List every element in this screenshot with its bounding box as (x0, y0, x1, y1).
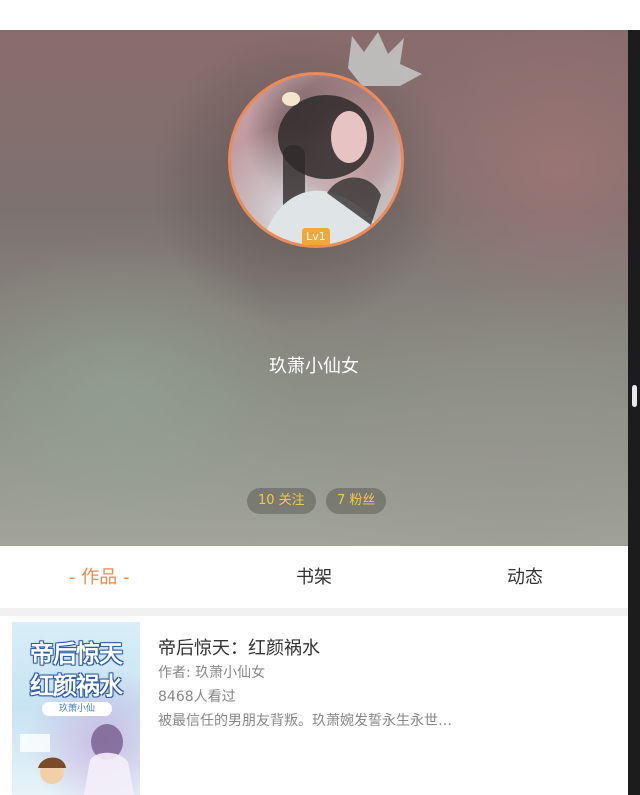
tab-works[interactable]: - 作品 - (69, 546, 129, 608)
crown-icon (348, 32, 422, 86)
username: 玖萧小仙女 (269, 356, 359, 377)
book-views: 8468人看过 (158, 689, 236, 705)
book-description: 被最信任的男朋友背叛。玖萧婉发誓永生永世… (158, 713, 452, 729)
cover-illustration (20, 724, 134, 795)
scrollbar-handle[interactable] (632, 385, 637, 407)
tab-activity[interactable]: 动态 (507, 546, 543, 608)
tab-bookshelf[interactable]: 书架 (296, 546, 332, 608)
book-title[interactable]: 帝后惊天：红颜祸水 (158, 634, 320, 660)
avatar[interactable] (228, 72, 404, 248)
fans-count-button[interactable]: 7 粉丝 (326, 488, 387, 514)
avatar-image (262, 92, 389, 245)
book-author: 作者: 玖萧小仙女 (158, 665, 266, 681)
profile-header: Lv1 玖萧小仙女 10 关注 7 粉丝 (0, 30, 628, 546)
window-edge (628, 30, 640, 795)
level-badge: Lv1 (302, 228, 330, 245)
follow-count-button[interactable]: 10 关注 (247, 488, 316, 514)
profile-tabs: - 作品 - 书架 动态 (0, 546, 628, 608)
top-status-area (0, 0, 640, 30)
book-cover[interactable]: 帝后惊天 红颜祸水 玖萧小仙 (12, 622, 140, 795)
book-card[interactable]: 帝后惊天 红颜祸水 玖萧小仙 帝后惊天：红颜祸水 作者: 玖萧小仙女 8468人… (0, 616, 628, 795)
